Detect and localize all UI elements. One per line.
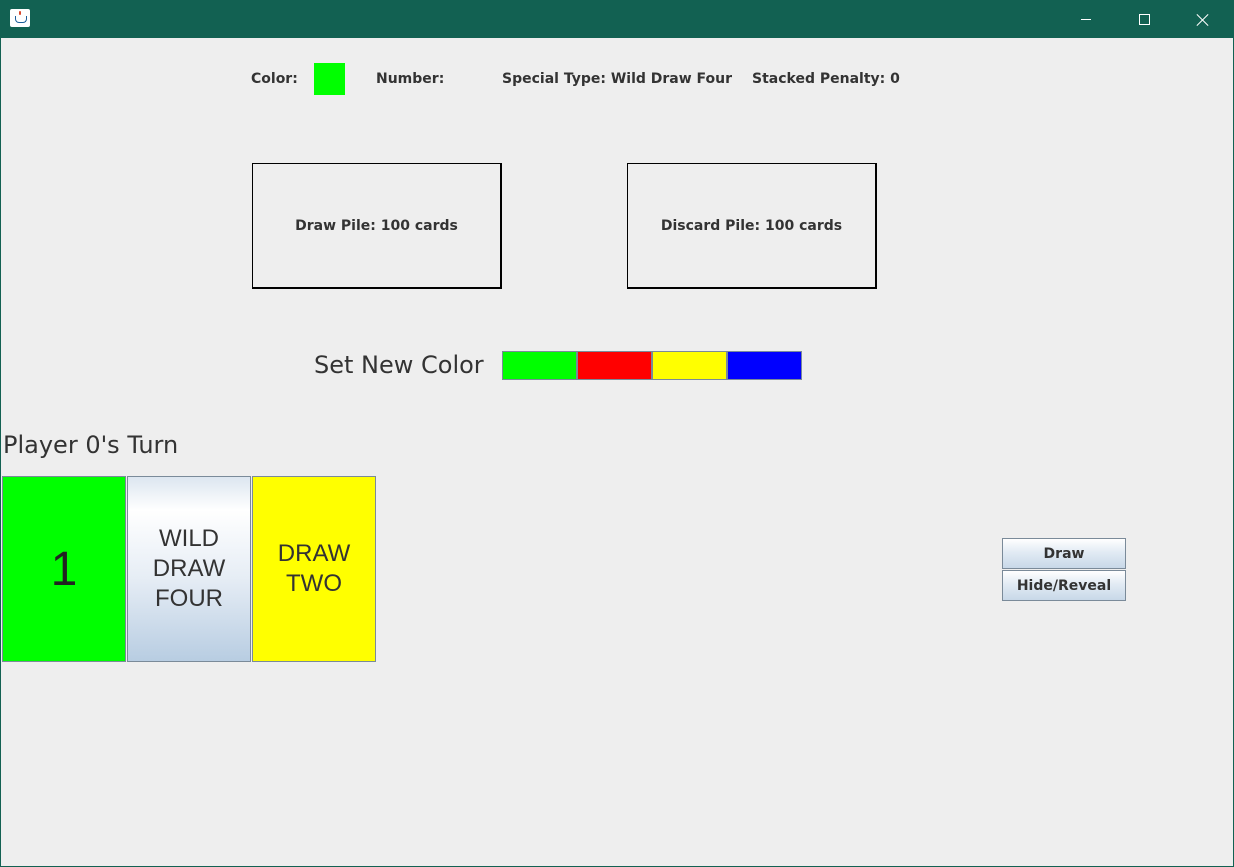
draw-pile: Draw Pile: 100 cards xyxy=(252,163,502,289)
draw-pile-label: Draw Pile: 100 cards xyxy=(295,217,458,234)
stacked-penalty-label: Stacked Penalty: 0 xyxy=(752,71,900,87)
turn-label: Player 0's Turn xyxy=(3,431,179,459)
close-button[interactable] xyxy=(1174,1,1232,38)
maximize-button[interactable] xyxy=(1116,1,1174,38)
discard-pile: Discard Pile: 100 cards xyxy=(627,163,877,289)
set-new-color-label: Set New Color xyxy=(314,351,484,379)
draw-button[interactable]: Draw xyxy=(1002,538,1126,569)
game-window: Color: Number: Special Type: Wild Draw F… xyxy=(0,0,1234,867)
color-option-red[interactable] xyxy=(577,351,652,380)
special-type-label: Special Type: Wild Draw Four xyxy=(502,71,733,87)
java-icon xyxy=(10,9,30,27)
hand-card[interactable]: WILD DRAW FOUR xyxy=(127,476,251,662)
card-label: DRAW TWO xyxy=(277,540,351,597)
hand-card[interactable]: DRAW TWO xyxy=(252,476,376,662)
card-label: WILD DRAW FOUR xyxy=(152,525,226,612)
color-label: Color: xyxy=(251,71,298,87)
color-option-blue[interactable] xyxy=(727,351,802,380)
current-color-swatch xyxy=(314,63,345,95)
hand-card[interactable]: 1 xyxy=(2,476,126,662)
color-option-green[interactable] xyxy=(502,351,577,380)
close-icon xyxy=(1196,13,1210,27)
number-label: Number: xyxy=(376,71,445,87)
discard-pile-label: Discard Pile: 100 cards xyxy=(660,217,843,234)
title-bar[interactable] xyxy=(1,1,1233,38)
minimize-icon xyxy=(1081,19,1091,20)
color-option-yellow[interactable] xyxy=(652,351,727,380)
minimize-button[interactable] xyxy=(1058,1,1116,38)
maximize-icon xyxy=(1139,14,1150,25)
card-label: 1 xyxy=(50,542,78,596)
hide-reveal-button[interactable]: Hide/Reveal xyxy=(1002,570,1126,601)
